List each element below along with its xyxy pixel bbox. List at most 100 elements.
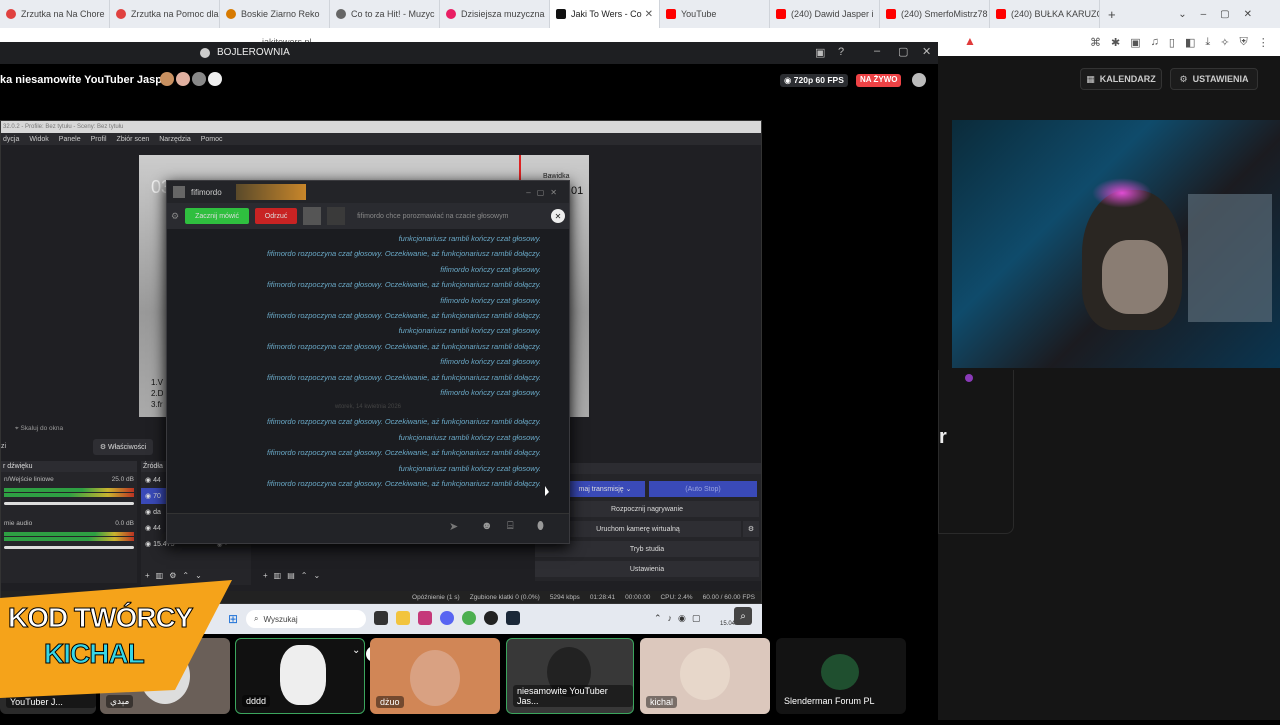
participant-tile[interactable]: ⌄ dddd bbox=[235, 638, 365, 714]
close-icon[interactable]: ✕ bbox=[551, 209, 565, 223]
chat-bubble-icon[interactable] bbox=[912, 73, 926, 87]
sparkle-icon[interactable]: ✧ bbox=[1220, 36, 1229, 49]
settings-button[interactable]: ⚙ USTAWIENIA bbox=[1170, 68, 1258, 90]
avatar bbox=[680, 648, 730, 700]
inbox-icon[interactable]: ▣ bbox=[815, 46, 825, 59]
participant-tile[interactable]: dżuo bbox=[370, 638, 500, 714]
discord-icon[interactable] bbox=[440, 611, 454, 625]
app-icon[interactable] bbox=[418, 611, 432, 625]
scenes-toolbar[interactable]: +▥▤⌃⌄ bbox=[263, 571, 326, 580]
chat-message: fifimordo rozpoczyna czat głosowy. Oczek… bbox=[267, 341, 541, 351]
start-stream-button[interactable]: maj transmisję ⌄ bbox=[565, 481, 645, 497]
volume-slider[interactable] bbox=[4, 502, 134, 505]
menu-profile[interactable]: Profil bbox=[91, 136, 107, 143]
menu-icon[interactable]: ⋮ bbox=[1258, 36, 1269, 49]
volume-slider[interactable] bbox=[4, 546, 134, 549]
participant-tile[interactable]: niesamowite YouTuber Jas... bbox=[506, 638, 634, 714]
browser-tab-bar: Zrzutka na Na Chore Zrzutka na Pomoc dla… bbox=[0, 0, 1280, 28]
menu-help[interactable]: Pomoc bbox=[201, 136, 223, 143]
attach-icon[interactable]: ⌸ bbox=[507, 520, 514, 533]
menu-view[interactable]: Widok bbox=[29, 136, 48, 143]
browser-tab[interactable]: YouTube bbox=[660, 0, 770, 28]
face bbox=[1102, 240, 1168, 314]
browser-tab-active[interactable]: Jaki To Wers - Co ✕ bbox=[550, 0, 660, 28]
translate-icon[interactable]: ⌘ bbox=[1090, 36, 1101, 49]
screenshot-icon[interactable]: ▣ bbox=[1130, 36, 1140, 49]
youtube-icon bbox=[886, 9, 896, 19]
sources-toolbar[interactable]: +▥⚙⌃⌄ bbox=[145, 571, 208, 580]
quality-badge: ◉ 720p 60 FPS bbox=[780, 74, 848, 87]
mixer-row: n/Wejście liniowe 25.0 dB bbox=[4, 476, 134, 483]
close-icon[interactable]: ✕ bbox=[922, 45, 931, 58]
menu-docks[interactable]: Panele bbox=[59, 136, 81, 143]
emoji-icon[interactable]: ☻ bbox=[481, 520, 493, 532]
browser-tab[interactable]: Co to za Hit! - Muzyc bbox=[330, 0, 440, 28]
message-input[interactable] bbox=[171, 520, 441, 536]
search-icon: ⌕ bbox=[254, 614, 259, 623]
menu-tools[interactable]: Narzędzia bbox=[159, 136, 191, 143]
cut-text: r bbox=[939, 426, 947, 448]
taskview-icon[interactable] bbox=[374, 611, 388, 625]
tray-icons[interactable]: ⌃♪◉▢ bbox=[654, 613, 706, 624]
send-icon[interactable]: ➤ bbox=[449, 520, 458, 533]
participant-tile[interactable]: Slenderman Forum PL bbox=[776, 638, 906, 714]
menu-edit[interactable]: dycja bbox=[3, 136, 19, 143]
accept-voice-button[interactable]: Zacznij mówić bbox=[185, 208, 250, 224]
steam-icon[interactable] bbox=[506, 611, 520, 625]
page-icon bbox=[226, 9, 236, 19]
chat-header: fifimordo –▢✕ bbox=[167, 181, 569, 203]
chat-message: fifimordo kończy czat głosowy. bbox=[440, 264, 541, 274]
browser-tab[interactable]: Zrzutka na Na Chore bbox=[0, 0, 110, 28]
avatar bbox=[303, 207, 322, 225]
settings-button[interactable]: Ustawienia bbox=[535, 561, 759, 577]
close-tab-icon[interactable]: ✕ bbox=[645, 9, 653, 20]
chat-message: fifimordo kończy czat głosowy. bbox=[440, 357, 541, 367]
properties-button[interactable]: ⚙ Właściwości bbox=[93, 439, 153, 455]
chat-message: fifimordo rozpoczyna czat głosowy. Oczek… bbox=[267, 417, 541, 427]
browser-tab[interactable]: (240) SmerfoMistrz78 bbox=[880, 0, 990, 28]
brave-rewards-icon[interactable]: ▲ bbox=[964, 34, 976, 48]
chat-message: fifimordo rozpoczyna czat głosowy. Oczek… bbox=[267, 249, 541, 259]
chat-window-controls[interactable]: –▢✕ bbox=[526, 188, 563, 197]
obs-icon[interactable] bbox=[484, 611, 498, 625]
music-icon[interactable]: ♫ bbox=[1151, 36, 1159, 49]
gear-icon[interactable]: ⚙ bbox=[171, 211, 179, 222]
explorer-icon[interactable] bbox=[396, 611, 410, 625]
chat-log: funkcjonariusz rambli kończy czat głosow… bbox=[167, 229, 569, 492]
calendar-button[interactable]: ▦ KALENDARZ bbox=[1080, 68, 1162, 90]
window-controls[interactable]: ⌄–▢✕ bbox=[1178, 9, 1266, 20]
sidebar-icon[interactable]: ▯ bbox=[1169, 36, 1175, 49]
browser-tab[interactable]: Dzisiejsza muzyczna bbox=[440, 0, 550, 28]
gear-icon: ⚙ bbox=[1179, 73, 1188, 84]
chrome-icon[interactable] bbox=[462, 611, 476, 625]
help-icon[interactable]: ? bbox=[838, 46, 844, 58]
participant-tile[interactable]: kichal bbox=[640, 638, 770, 714]
chat-message: fifimordo kończy czat głosowy. bbox=[440, 388, 541, 398]
chevron-down-icon[interactable]: ⌄ bbox=[352, 645, 360, 656]
wallet-icon[interactable]: ◧ bbox=[1185, 36, 1195, 49]
menu-scene-collection[interactable]: Zbiór scen bbox=[117, 136, 150, 143]
reject-voice-button[interactable]: Odrzuć bbox=[255, 208, 298, 224]
browser-extensions: ⌘ ✱ ▣ ♫ ▯ ◧ ⤓ ✧ ⛨ ⋮ bbox=[1090, 36, 1269, 49]
chat-message: funkcjonariusz rambli kończy czat głosow… bbox=[398, 432, 541, 442]
gear-icon[interactable]: ⚙ bbox=[743, 521, 759, 537]
shield-icon[interactable]: ⛨ bbox=[1239, 36, 1247, 49]
chat-title: fifimordo bbox=[191, 187, 222, 197]
download-icon[interactable]: ⤓ bbox=[1205, 36, 1210, 49]
taskbar-search[interactable]: ⌕ Wyszukaj bbox=[246, 610, 366, 628]
chat-message: fifimordo rozpoczyna czat głosowy. Oczek… bbox=[267, 311, 541, 321]
chat-window: fifimordo –▢✕ ⚙ Zacznij mówić Odrzuć fif… bbox=[166, 180, 570, 544]
maximize-icon[interactable]: ▢ bbox=[898, 45, 908, 58]
new-tab-icon[interactable]: + bbox=[1108, 7, 1116, 22]
browser-tab[interactable]: Boskie Ziarno Reko bbox=[220, 0, 330, 28]
mic-icon[interactable]: ⬮ bbox=[537, 520, 544, 533]
minimize-icon[interactable]: – bbox=[874, 45, 880, 57]
level-meter bbox=[4, 537, 134, 541]
puzzle-icon[interactable]: ✱ bbox=[1111, 36, 1120, 49]
browser-tab[interactable]: Zrzutka na Pomoc dla bbox=[110, 0, 220, 28]
chat-message: fifimordo rozpoczyna czat głosowy. Oczek… bbox=[267, 448, 541, 458]
browser-tab[interactable]: (240) BUŁKA KARUZO bbox=[990, 0, 1100, 28]
auto-stop-button[interactable]: (Auto Stop) bbox=[649, 481, 757, 497]
zoom-icon[interactable]: ⌕ bbox=[734, 607, 752, 625]
browser-tab[interactable]: (240) Dawid Jasper i bbox=[770, 0, 880, 28]
